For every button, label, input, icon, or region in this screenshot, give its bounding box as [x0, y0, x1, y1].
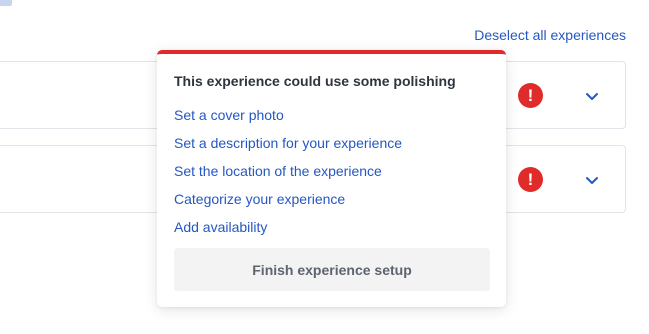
- task-link-availability[interactable]: Add availability: [174, 217, 402, 245]
- task-link-location[interactable]: Set the location of the experience: [174, 161, 402, 189]
- chevron-down-icon[interactable]: [585, 173, 599, 187]
- task-link-cover-photo[interactable]: Set a cover photo: [174, 105, 402, 133]
- task-list: Set a cover photo Set a description for …: [174, 105, 402, 245]
- chevron-down-icon[interactable]: [585, 89, 599, 103]
- deselect-all-link[interactable]: Deselect all experiences: [474, 27, 626, 43]
- task-link-categorize[interactable]: Categorize your experience: [174, 189, 402, 217]
- alert-icon: !: [518, 83, 543, 108]
- experiences-panel: Deselect all experiences ! ! This experi…: [0, 0, 649, 334]
- popover-title: This experience could use some polishing: [174, 73, 456, 89]
- partial-control-edge: [0, 0, 12, 6]
- polishing-popover: This experience could use some polishing…: [157, 50, 506, 307]
- alert-icon: !: [518, 167, 543, 192]
- finish-setup-button[interactable]: Finish experience setup: [174, 248, 490, 291]
- task-link-description[interactable]: Set a description for your experience: [174, 133, 402, 161]
